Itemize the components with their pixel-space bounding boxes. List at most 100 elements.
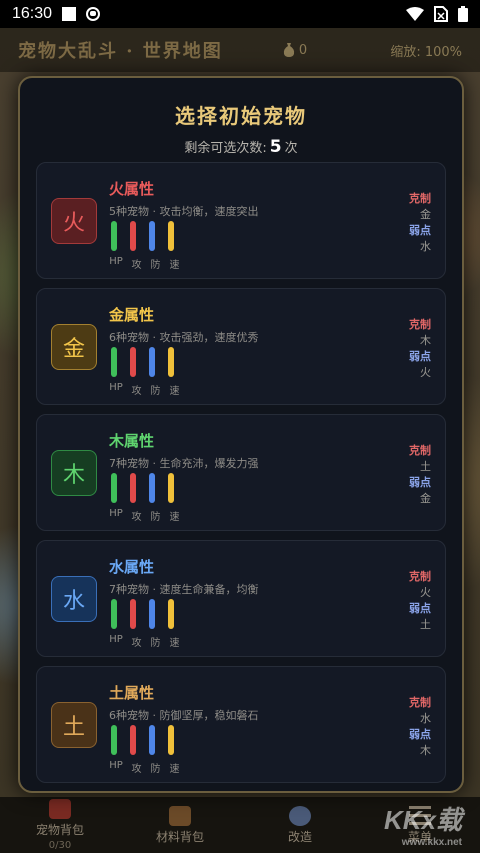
- stat-label: 速: [169, 764, 180, 775]
- stat-labels: HP 攻防速: [109, 256, 180, 271]
- stat-bar: [168, 221, 174, 251]
- gear-icon: [289, 805, 311, 826]
- stat-bar: [130, 221, 136, 251]
- stat-bar: [130, 725, 136, 755]
- element-name: 木属性: [109, 432, 155, 450]
- element-badge: 木: [51, 450, 97, 496]
- stat-label: 攻: [131, 638, 142, 649]
- stat-bar: [149, 221, 155, 251]
- element-card-metal[interactable]: 金 金属性 6种宠物 · 攻击强劲，速度优秀 HP 攻防速 克制 木 弱点 火: [36, 288, 446, 405]
- element-relations: 克制 土 弱点 金: [409, 443, 431, 507]
- stat-label: HP: [109, 760, 123, 771]
- element-description: 6种宠物 · 攻击强劲，速度优秀: [109, 331, 259, 344]
- wifi-icon: [406, 7, 424, 21]
- element-name: 水属性: [109, 558, 155, 576]
- nav-modify[interactable]: 改造: [240, 797, 360, 853]
- restrain-value: 火: [420, 586, 431, 599]
- coin-bag-icon: [283, 43, 294, 57]
- weak-value: 金: [420, 492, 431, 505]
- element-card-water[interactable]: 水 水属性 7种宠物 · 速度生命兼备，均衡 HP 攻防速 克制 火 弱点 土: [36, 540, 446, 657]
- coin-count: 0: [298, 42, 308, 58]
- element-badge: 金: [51, 324, 97, 370]
- remaining-count: 5: [269, 137, 282, 157]
- stat-bars: [111, 725, 174, 755]
- stat-bars: [111, 473, 174, 503]
- restrain-label: 克制: [409, 192, 431, 205]
- stat-labels: HP 攻防速: [109, 382, 180, 397]
- stat-label: 防: [150, 260, 161, 271]
- weak-label: 弱点: [409, 224, 431, 237]
- status-time: 16:30: [12, 5, 53, 22]
- element-relations: 克制 火 弱点 土: [409, 569, 431, 633]
- stat-bar: [168, 347, 174, 377]
- stat-bar: [130, 473, 136, 503]
- element-name: 土属性: [109, 684, 155, 702]
- stat-label: 速: [169, 260, 180, 271]
- stat-labels: HP 攻防速: [109, 760, 180, 775]
- game-topbar: 宠物大乱斗 · 世界地图 0 缩放: 100%: [0, 28, 480, 72]
- restrain-label: 克制: [409, 696, 431, 709]
- restrain-value: 木: [420, 334, 431, 347]
- stat-bar: [111, 221, 117, 251]
- remaining-unit: 次: [284, 141, 298, 156]
- zoom-level: 缩放: 100%: [390, 44, 462, 60]
- nav-label: 宠物背包: [35, 823, 84, 837]
- stat-bar: [168, 599, 174, 629]
- stat-label: 速: [169, 512, 180, 523]
- restrain-label: 克制: [409, 570, 431, 583]
- stat-bar: [111, 473, 117, 503]
- stat-bar: [130, 347, 136, 377]
- element-description: 7种宠物 · 生命充沛，爆发力强: [109, 457, 259, 470]
- element-description: 6种宠物 · 防御坚厚，稳如磐石: [109, 709, 259, 722]
- stat-label: 速: [169, 386, 180, 397]
- battery-icon: [458, 6, 468, 22]
- nav-sub: 0/30: [48, 840, 72, 851]
- watermark: KKx载 www.kkx.net: [384, 800, 462, 848]
- stat-bar: [149, 599, 155, 629]
- starter-pet-modal: 选择初始宠物 剩余可选次数: 5 次 火 火属性 5种宠物 · 攻击均衡，速度突出 …: [18, 76, 464, 793]
- nav-pet-backpack[interactable]: 宠物背包 0/30: [0, 797, 120, 853]
- stat-bar: [149, 473, 155, 503]
- stat-label: 攻: [131, 512, 142, 523]
- stat-label: 攻: [131, 764, 142, 775]
- element-card-earth[interactable]: 土 土属性 6种宠物 · 防御坚厚，稳如磐石 HP 攻防速 克制 水 弱点 木: [36, 666, 446, 783]
- element-description: 7种宠物 · 速度生命兼备，均衡: [109, 583, 259, 596]
- stat-labels: HP 攻防速: [109, 508, 180, 523]
- weak-value: 火: [420, 366, 431, 379]
- weak-value: 木: [420, 744, 431, 757]
- stat-bar: [149, 725, 155, 755]
- stat-label: HP: [109, 382, 123, 393]
- status-bar: 16:30: [0, 0, 480, 28]
- restrain-value: 水: [420, 712, 431, 725]
- stat-bar: [111, 725, 117, 755]
- element-card-wood[interactable]: 木 木属性 7种宠物 · 生命充沛，爆发力强 HP 攻防速 克制 土 弱点 金: [36, 414, 446, 531]
- stat-bar: [111, 347, 117, 377]
- remaining-label: 剩余可选次数:: [184, 141, 267, 156]
- crate-icon: [169, 805, 191, 826]
- element-badge: 火: [51, 198, 97, 244]
- weak-label: 弱点: [409, 728, 431, 741]
- element-relations: 克制 金 弱点 水: [409, 191, 431, 255]
- element-badge: 土: [51, 702, 97, 748]
- restrain-label: 克制: [409, 444, 431, 457]
- weak-value: 土: [420, 618, 431, 631]
- stat-label: 防: [150, 638, 161, 649]
- stat-label: HP: [109, 256, 123, 267]
- modal-title: 选择初始宠物: [175, 104, 307, 128]
- weak-value: 水: [420, 240, 431, 253]
- stat-label: 速: [169, 638, 180, 649]
- stat-bar: [149, 347, 155, 377]
- stat-label: 防: [150, 386, 161, 397]
- stat-label: HP: [109, 508, 123, 519]
- element-relations: 克制 水 弱点 木: [409, 695, 431, 759]
- element-badge: 水: [51, 576, 97, 622]
- watermark-main: KKx载: [383, 805, 462, 835]
- nav-material-backpack[interactable]: 材料背包: [120, 797, 240, 853]
- stat-bars: [111, 347, 174, 377]
- restrain-label: 克制: [409, 318, 431, 331]
- element-card-fire[interactable]: 火 火属性 5种宠物 · 攻击均衡，速度突出 HP 攻防速 克制 金 弱点 水: [36, 162, 446, 279]
- element-name: 火属性: [109, 180, 155, 198]
- weak-label: 弱点: [409, 350, 431, 363]
- stat-bars: [111, 599, 174, 629]
- nav-label: 改造: [287, 829, 312, 844]
